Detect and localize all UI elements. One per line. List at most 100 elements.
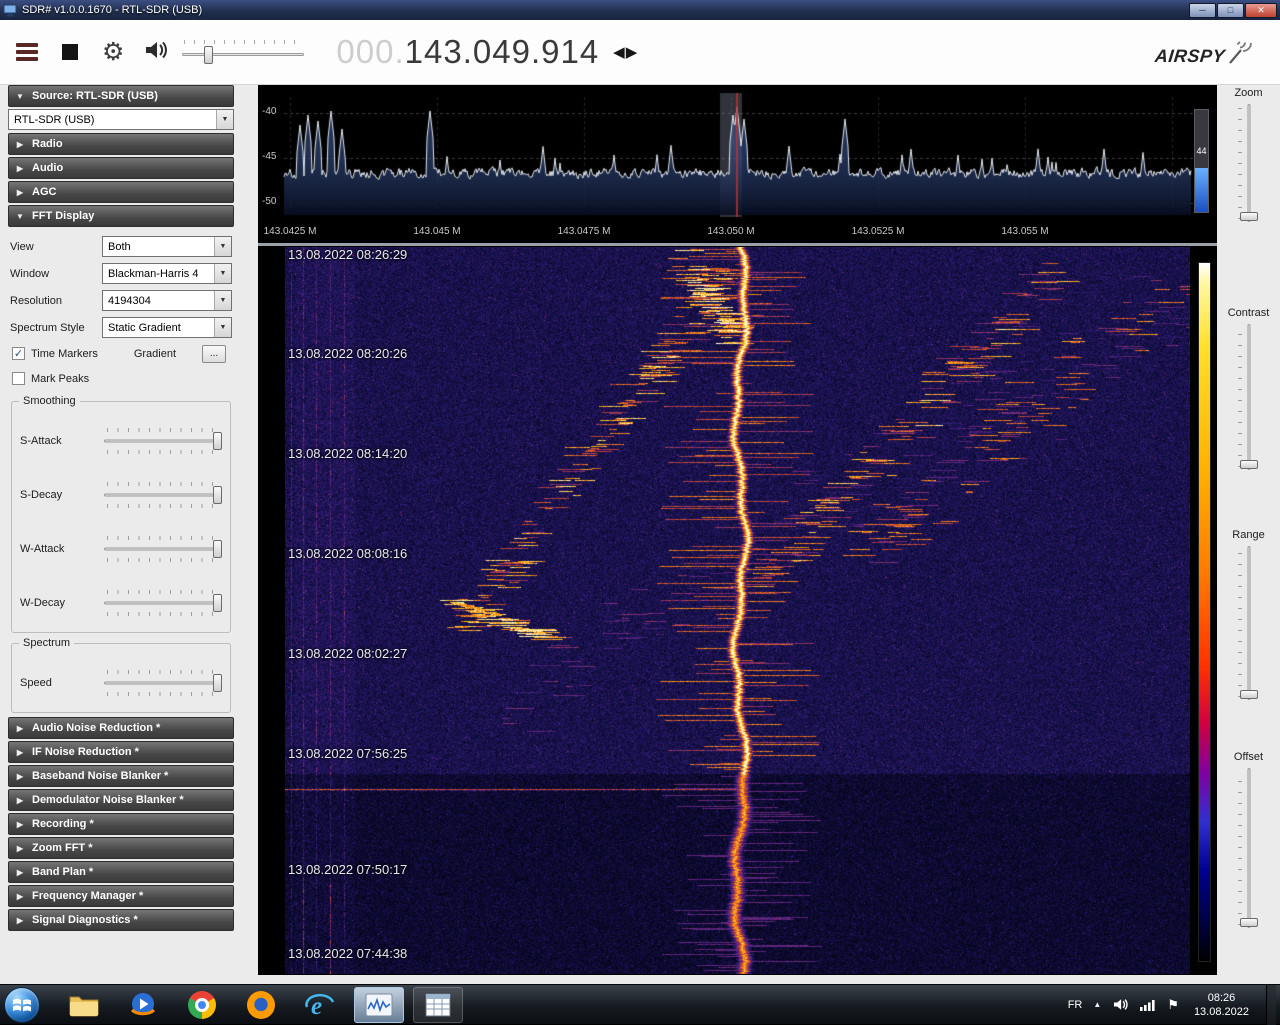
signal-meter-value: 44 <box>1196 146 1207 156</box>
taskbar-internet-explorer[interactable]: e <box>295 987 345 1023</box>
panel-header-baseband-noise-blanker[interactable]: ▶ Baseband Noise Blanker * <box>8 765 234 787</box>
expand-arrow-icon: ▶ <box>16 867 24 877</box>
chrome-icon <box>188 990 216 1019</box>
panel-title: Band Plan * <box>32 866 94 878</box>
zoom-slider[interactable] <box>1236 104 1262 222</box>
panel-header-recording[interactable]: ▶ Recording * <box>8 813 234 835</box>
w-decay-slider[interactable] <box>104 587 222 619</box>
dropdown-arrow-icon: ▼ <box>216 110 233 129</box>
range-slider[interactable] <box>1236 546 1262 700</box>
taskbar-explorer[interactable] <box>59 987 109 1023</box>
panel-header-fft-display[interactable]: ▼ FFT Display <box>8 205 234 227</box>
spectrum-analyzer[interactable]: -40 -45 -50 143.0425 M 143.045 M 143.047… <box>258 85 1217 243</box>
close-button[interactable]: ✕ <box>1245 2 1277 18</box>
airspy-logo: AIRSPY <box>1154 38 1256 67</box>
panel-header-demodulator-noise-blanker[interactable]: ▶ Demodulator Noise Blanker * <box>8 789 234 811</box>
action-center-flag-icon[interactable]: ⚑ <box>1167 998 1179 1011</box>
volume-icon[interactable] <box>1112 998 1129 1011</box>
w-attack-slider[interactable] <box>104 533 222 565</box>
time-marker: 13.08.2022 08:08:16 <box>288 546 408 561</box>
expand-arrow-icon: ▶ <box>16 163 24 173</box>
taskbar-spreadsheet[interactable] <box>413 986 463 1023</box>
maximize-button[interactable]: □ <box>1217 2 1244 18</box>
start-button[interactable] <box>4 986 40 1023</box>
collapse-arrow-icon: ▼ <box>16 91 24 101</box>
spectrum-style-select[interactable]: Static Gradient ▼ <box>102 317 232 338</box>
source-select[interactable]: RTL-SDR (USB) ▼ <box>8 109 234 130</box>
panel-header-band-plan[interactable]: ▶ Band Plan * <box>8 861 234 883</box>
expand-arrow-icon: ▶ <box>16 187 24 197</box>
frequency-display[interactable]: 000. 143.049.914 <box>336 33 599 71</box>
signal-meter-fill <box>1195 168 1208 212</box>
resolution-select[interactable]: 4194304 ▼ <box>102 290 232 311</box>
gradient-button[interactable]: ... <box>202 344 226 363</box>
offset-slider[interactable] <box>1236 768 1262 928</box>
waterfall[interactable]: 13.08.2022 08:26:29 13.08.2022 08:20:26 … <box>258 246 1217 975</box>
y-axis-tick: -50 <box>262 196 277 207</box>
window-select[interactable]: Blackman-Harris 4 ▼ <box>102 263 232 284</box>
language-indicator[interactable]: FR <box>1068 999 1083 1011</box>
dropdown-arrow-icon: ▼ <box>214 318 231 337</box>
contrast-slider[interactable] <box>1236 324 1262 470</box>
windows-flag-icon <box>13 998 31 1011</box>
taskbar-sdrsharp[interactable] <box>354 986 404 1023</box>
taskbar-chrome[interactable] <box>177 987 227 1023</box>
smoothing-title: Smoothing <box>19 395 80 407</box>
panel-title: Demodulator Noise Blanker * <box>32 794 184 806</box>
taskbar-media-player[interactable] <box>118 987 168 1023</box>
stop-button[interactable] <box>62 44 78 60</box>
panel-header-agc[interactable]: ▶ AGC <box>8 181 234 203</box>
waterfall-canvas[interactable] <box>285 247 1190 974</box>
tray-expand-icon[interactable]: ▲ <box>1093 1000 1101 1009</box>
tune-up-arrow[interactable]: ▶ <box>626 43 638 61</box>
panel-header-audio[interactable]: ▶ Audio <box>8 157 234 179</box>
panel-title: Zoom FFT * <box>32 842 93 854</box>
speed-label: Speed <box>20 677 52 689</box>
panel-header-audio-noise-reduction[interactable]: ▶ Audio Noise Reduction * <box>8 717 234 739</box>
panel-header-frequency-manager[interactable]: ▶ Frequency Manager * <box>8 885 234 907</box>
time-marker: 13.08.2022 08:20:26 <box>288 346 408 361</box>
panel-header-if-noise-reduction[interactable]: ▶ IF Noise Reduction * <box>8 741 234 763</box>
dropdown-arrow-icon: ▼ <box>214 291 231 310</box>
s-attack-slider[interactable] <box>104 425 222 457</box>
taskbar-firefox[interactable] <box>236 987 286 1023</box>
tune-down-arrow[interactable]: ◀ <box>613 43 625 61</box>
time-marker: 13.08.2022 07:56:25 <box>288 746 408 761</box>
toolbar: ⚙ 000. 143.049.914 ◀ ▶ AIRSPY <box>0 20 1280 85</box>
mute-speaker-icon[interactable] <box>144 40 170 65</box>
settings-gear-icon[interactable]: ⚙ <box>102 39 124 65</box>
panel-title: Source: RTL-SDR (USB) <box>32 90 158 102</box>
x-axis-tick: 143.0425 M <box>263 226 317 237</box>
menu-button[interactable] <box>16 43 38 61</box>
volume-slider[interactable] <box>182 38 305 66</box>
panel-header-source[interactable]: ▼ Source: RTL-SDR (USB) <box>8 85 234 107</box>
expand-arrow-icon: ▶ <box>16 795 24 805</box>
app-icon <box>3 4 17 17</box>
panel-header-signal-diagnostics[interactable]: ▶ Signal Diagnostics * <box>8 909 234 931</box>
view-select[interactable]: Both ▼ <box>102 236 232 257</box>
show-desktop-button[interactable] <box>1266 984 1276 1025</box>
gradient-label: Gradient <box>133 347 177 360</box>
title-bar[interactable]: SDR# v1.0.0.1670 - RTL-SDR (USB) ─ □ ✕ <box>0 0 1280 20</box>
taskbar-clock[interactable]: 08:26 13.08.2022 <box>1194 991 1249 1019</box>
expand-arrow-icon: ▶ <box>16 891 24 901</box>
minimize-button[interactable]: ─ <box>1189 2 1216 18</box>
network-icon[interactable] <box>1140 998 1156 1011</box>
spectrum-style-label: Spectrum Style <box>10 321 85 334</box>
time-markers-checkbox[interactable]: ✓ <box>12 347 25 360</box>
firefox-icon <box>247 990 275 1019</box>
panel-header-radio[interactable]: ▶ Radio <box>8 133 234 155</box>
panel-title: FFT Display <box>32 210 95 222</box>
media-player-icon <box>130 992 156 1015</box>
clock-time: 08:26 <box>1207 991 1236 1004</box>
panel-header-zoom-fft[interactable]: ▶ Zoom FFT * <box>8 837 234 859</box>
spectrum-canvas[interactable] <box>258 85 1217 225</box>
speed-slider[interactable] <box>104 667 222 699</box>
collapse-arrow-icon: ▼ <box>16 211 24 221</box>
panel-title: Signal Diagnostics * <box>32 914 138 926</box>
panel-title: IF Noise Reduction * <box>32 746 139 758</box>
s-decay-slider[interactable] <box>104 479 222 511</box>
mark-peaks-checkbox[interactable] <box>12 372 25 385</box>
internet-explorer-icon: e <box>305 993 335 1019</box>
x-axis-tick: 143.0475 M <box>557 226 611 237</box>
